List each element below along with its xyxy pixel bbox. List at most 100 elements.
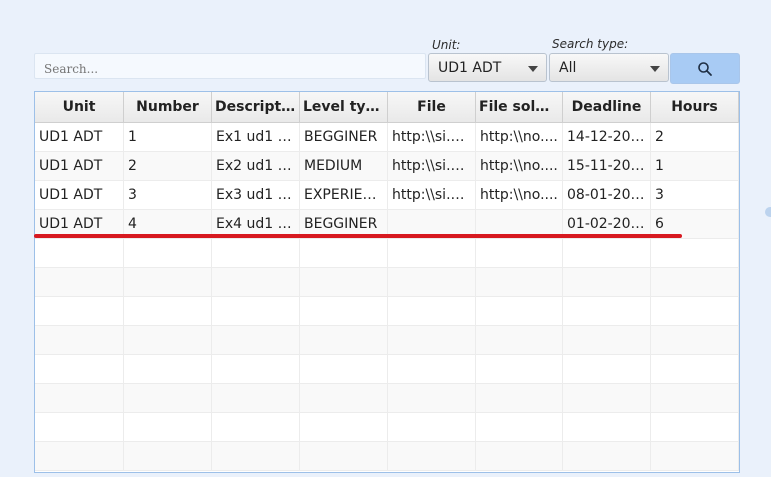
table-cell xyxy=(651,384,739,412)
table-row[interactable]: UD1 ADT 1 Ex1 ud1 A... BEGGINER http:\\si.c.… xyxy=(35,123,739,152)
search-type-label: Search type: xyxy=(552,37,629,51)
table-cell: 3 xyxy=(651,181,739,209)
table-cell: http:\\no.... xyxy=(476,152,563,180)
table-cell xyxy=(388,442,476,470)
table-cell xyxy=(212,268,300,296)
table-cell xyxy=(563,239,651,267)
table-header: Unit Number Description Level type File File … xyxy=(35,92,739,123)
table-cell xyxy=(35,355,124,383)
table-body: UD1 ADT 1 Ex1 ud1 A... BEGGINER http:\\si.c.… xyxy=(35,123,739,471)
table-cell xyxy=(212,442,300,470)
table-cell: Ex2 ud1 A... xyxy=(212,152,300,180)
table-cell xyxy=(35,268,124,296)
column-header[interactable]: File solut... xyxy=(476,92,563,122)
tasks-table[interactable]: Unit Number Description Level type File File … xyxy=(34,91,740,473)
table-row[interactable]: UD1 ADT 3 Ex3 ud1 A... EXPERIEN... http:\\si… xyxy=(35,181,739,210)
table-cell: http:\\si.c... xyxy=(388,152,476,180)
table-cell: 2 xyxy=(124,152,212,180)
table-cell: 3 xyxy=(124,181,212,209)
chevron-down-icon xyxy=(650,66,660,72)
table-cell xyxy=(300,297,388,325)
table-row[interactable] xyxy=(35,413,739,442)
search-icon xyxy=(698,62,712,76)
search-button[interactable] xyxy=(670,53,740,84)
table-cell xyxy=(476,239,563,267)
table-cell: UD1 ADT xyxy=(35,123,124,151)
table-cell: 1 xyxy=(651,152,739,180)
table-cell xyxy=(651,355,739,383)
table-cell: http:\\si.c... xyxy=(388,181,476,209)
table-cell xyxy=(563,442,651,470)
table-row[interactable]: UD1 ADT 2 Ex2 ud1 A... MEDIUM http:\\si.c...… xyxy=(35,152,739,181)
table-cell xyxy=(35,384,124,412)
column-header[interactable]: File xyxy=(388,92,476,122)
table-cell: UD1 ADT xyxy=(35,181,124,209)
table-cell: MEDIUM xyxy=(300,152,388,180)
table-row[interactable] xyxy=(35,442,739,471)
table-cell: http:\\no.... xyxy=(476,181,563,209)
table-cell xyxy=(300,239,388,267)
table-cell: 2 xyxy=(651,123,739,151)
table-cell xyxy=(124,413,212,441)
table-cell xyxy=(212,326,300,354)
table-cell: 14-12-2023 xyxy=(563,123,651,151)
column-header[interactable]: Hours xyxy=(651,92,739,122)
table-cell xyxy=(300,442,388,470)
chevron-down-icon xyxy=(528,66,538,72)
table-cell: http:\\si.c... xyxy=(388,123,476,151)
table-cell xyxy=(563,355,651,383)
table-row[interactable] xyxy=(35,297,739,326)
table-cell xyxy=(476,442,563,470)
table-cell: UD1 ADT xyxy=(35,152,124,180)
table-row[interactable] xyxy=(35,384,739,413)
table-cell xyxy=(300,326,388,354)
table-row[interactable] xyxy=(35,268,739,297)
table-cell xyxy=(300,355,388,383)
table-row[interactable] xyxy=(35,239,739,268)
table-cell xyxy=(35,326,124,354)
table-cell xyxy=(124,442,212,470)
table-cell: http:\\no.... xyxy=(476,123,563,151)
table-cell xyxy=(388,384,476,412)
table-cell xyxy=(212,297,300,325)
search-type-value: All xyxy=(559,60,577,76)
unit-select[interactable]: UD1 ADT xyxy=(428,53,547,82)
edge-handle xyxy=(765,207,771,217)
table-cell xyxy=(476,355,563,383)
table-cell xyxy=(651,413,739,441)
column-header[interactable]: Deadline xyxy=(563,92,651,122)
table-cell xyxy=(124,268,212,296)
table-cell xyxy=(35,239,124,267)
table-cell xyxy=(388,355,476,383)
table-cell xyxy=(388,239,476,267)
table-cell: 08-01-2024 xyxy=(563,181,651,209)
table-row[interactable] xyxy=(35,355,739,384)
search-input[interactable] xyxy=(34,53,426,79)
table-cell xyxy=(476,384,563,412)
table-cell xyxy=(124,384,212,412)
table-cell xyxy=(563,326,651,354)
table-cell xyxy=(476,268,563,296)
table-cell xyxy=(651,442,739,470)
search-type-select[interactable]: All xyxy=(549,53,669,82)
unit-label: Unit: xyxy=(432,38,461,52)
table-cell xyxy=(388,326,476,354)
table-cell xyxy=(563,268,651,296)
table-cell xyxy=(212,413,300,441)
column-header[interactable]: Level type xyxy=(300,92,388,122)
table-cell xyxy=(124,326,212,354)
column-header[interactable]: Number xyxy=(124,92,212,122)
table-cell xyxy=(651,326,739,354)
table-cell xyxy=(124,239,212,267)
table-row[interactable] xyxy=(35,326,739,355)
table-cell xyxy=(35,442,124,470)
table-cell xyxy=(300,384,388,412)
table-cell xyxy=(212,239,300,267)
table-cell xyxy=(563,413,651,441)
table-cell xyxy=(651,239,739,267)
table-cell xyxy=(651,268,739,296)
column-header[interactable]: Unit xyxy=(35,92,124,122)
table-cell: EXPERIEN... xyxy=(300,181,388,209)
red-underline-annotation xyxy=(34,234,682,238)
column-header[interactable]: Description xyxy=(212,92,300,122)
